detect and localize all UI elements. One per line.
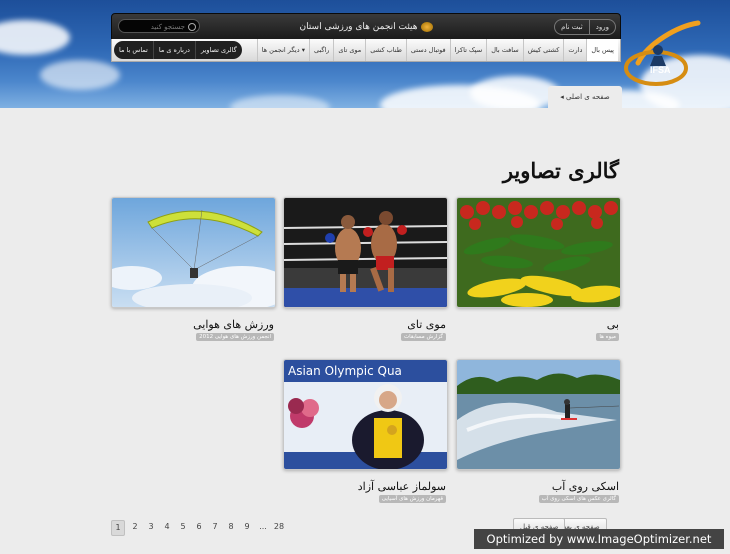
gallery-thumb-paraglider[interactable] (111, 197, 276, 308)
nav-item-sepak-takraw[interactable]: سپک تاکرا (449, 39, 487, 61)
nav-contact[interactable]: تماس با ما (114, 41, 153, 59)
arrow-left-icon: ◂ (560, 93, 564, 101)
gallery-item-tag[interactable]: قهرمان ورزش های آسیایی (378, 495, 446, 503)
peppers-image (457, 198, 620, 307)
gallery-thumb-peppers[interactable] (456, 197, 621, 308)
chevron-down-icon: ▾ (299, 46, 305, 54)
page-link[interactable]: 8 (225, 520, 237, 534)
gallery-item-title[interactable]: سولماز عباسی آزاد (283, 480, 446, 493)
page-link-current[interactable]: 1 (111, 520, 125, 536)
brand-text: IFSA (650, 65, 671, 75)
auth-buttons: ثبت نام ورود (554, 19, 616, 35)
page-link[interactable]: 7 (209, 520, 221, 534)
secondary-nav: گالری تصاویر درباره ی ما تماس با ما (114, 41, 242, 59)
site-emblem-icon (420, 21, 433, 32)
login-button[interactable]: ورود (588, 20, 615, 34)
nav-item-kish-wrestling[interactable]: کشتی کیش (522, 39, 564, 61)
nav-about[interactable]: درباره ی ما (152, 41, 195, 59)
nav-more-label: دیگر انجمن ها (261, 46, 300, 54)
nav-item-muay-thai[interactable]: موی تای (333, 39, 365, 61)
svg-text:Asian Olympic Qua: Asian Olympic Qua (288, 364, 402, 378)
nav-item-rugby[interactable]: راگبی (308, 39, 333, 61)
page-link[interactable]: 6 (193, 520, 205, 534)
nav-item-tug-of-war[interactable]: طناب کشی (365, 39, 406, 61)
breadcrumb-home-tab[interactable]: صفحه ی اصلی ◂ (548, 86, 622, 108)
paraglider-image (112, 198, 275, 307)
pagination: 1 2 3 4 5 6 7 8 9 ... 28 (111, 520, 285, 536)
page-ellipsis: ... (259, 522, 267, 531)
page-link[interactable]: 4 (161, 520, 173, 534)
top-bar: جستجو کنید هیئت انجمن های ورزشی استان سم… (111, 13, 621, 49)
muay-thai-image (284, 198, 447, 307)
gallery-item-title[interactable]: موی تای (283, 318, 446, 331)
page-title: گالری تصاویر (502, 158, 619, 183)
gallery-thumb-muay-thai[interactable] (283, 197, 448, 308)
watermark: Optimized by www.ImageOptimizer.net (474, 529, 724, 549)
gallery-thumb-athlete[interactable]: Asian Olympic Qua (283, 359, 448, 470)
page-link[interactable]: 5 (177, 520, 189, 534)
gallery-thumb-water-ski[interactable] (456, 359, 621, 470)
page-link[interactable]: 9 (241, 520, 253, 534)
gallery-item-tag[interactable]: گزارش مسابقات (401, 333, 446, 341)
search-input[interactable]: جستجو کنید (118, 19, 200, 33)
gallery-item-tag[interactable]: انجمن ورزش های هوایی 2012 (196, 333, 274, 341)
brand-logo[interactable]: IFSA (618, 18, 712, 92)
site-title[interactable]: هیئت انجمن های ورزشی استان سمنان (296, 19, 436, 49)
gallery-item-title[interactable]: بی (456, 318, 619, 331)
search-placeholder: جستجو کنید (150, 23, 185, 31)
gallery-item-tag[interactable]: میوه ها (596, 333, 619, 341)
page-link[interactable]: 3 (145, 520, 157, 534)
water-ski-image (457, 360, 620, 469)
page-link-last[interactable]: 28 (273, 520, 285, 534)
gallery-item-tag[interactable]: گالری عکس های اسکی روی آب (538, 495, 619, 503)
register-button[interactable]: ثبت نام (555, 20, 589, 34)
main-nav: پیس بال دارت کشتی کیش سافت بال سپک تاکرا… (111, 39, 621, 62)
nav-item-more[interactable]: ▾ دیگر انجمن ها (256, 39, 309, 61)
nav-item-softball[interactable]: سافت بال (486, 39, 523, 61)
breadcrumb-label: صفحه ی اصلی (566, 93, 610, 101)
nav-gallery[interactable]: گالری تصاویر (194, 41, 242, 59)
nav-item-foosball[interactable]: فوتبال دستی (405, 39, 450, 61)
gallery-item-title[interactable]: اسکی روی آب (456, 480, 619, 493)
search-icon[interactable] (188, 23, 196, 31)
gallery-item-title[interactable]: ورزش های هوایی (111, 318, 274, 331)
athlete-image: Asian Olympic Qua (284, 360, 447, 469)
nav-item-pace-ball[interactable]: پیس بال (586, 39, 618, 61)
page-link[interactable]: 2 (129, 520, 141, 534)
nav-item-darts[interactable]: دارت (563, 39, 586, 61)
